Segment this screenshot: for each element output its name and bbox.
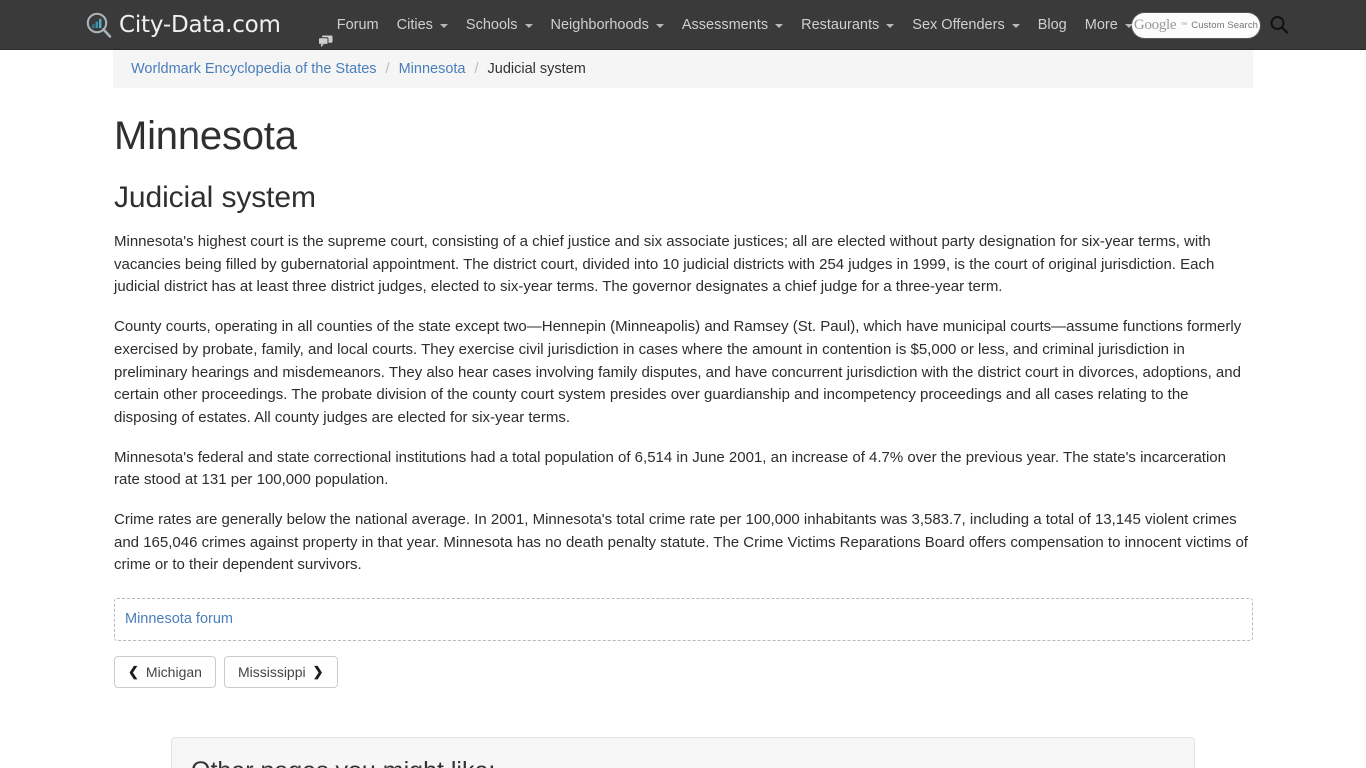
chevron-down-icon (886, 23, 895, 28)
nav-item-restaurants[interactable]: Restaurants (792, 0, 903, 50)
chevron-down-icon (775, 23, 784, 28)
search-area: Google ™ Custom Search (1132, 0, 1290, 50)
breadcrumb-item-current: Judicial system (487, 61, 586, 77)
google-custom-search-input[interactable]: Google ™ Custom Search (1132, 12, 1260, 38)
site-logo-link[interactable]: City-Data.com (85, 11, 281, 39)
paragraph-1: Minnesota's highest court is the supreme… (114, 233, 1215, 296)
nav-item-label: Cities (396, 16, 433, 33)
google-wordmark: Google (1133, 16, 1177, 33)
nav-item-blog[interactable]: Blog (1029, 0, 1076, 50)
nav-item-label: More (1084, 16, 1118, 33)
chevron-down-icon (524, 23, 533, 28)
nav-item-forum[interactable]: Forum (309, 0, 388, 50)
next-state-button[interactable]: Mississippi ❯ (223, 656, 338, 689)
chevron-left-icon: ❮ (128, 663, 139, 679)
previous-state-label: Michigan (145, 664, 202, 681)
other-pages-title: Other pages you might like: (191, 757, 495, 768)
nav-item-label: Assessments (681, 16, 769, 33)
nav-item-schools[interactable]: Schools (457, 0, 542, 50)
next-state-label: Mississippi (237, 664, 306, 681)
speech-bubble-icon (317, 19, 333, 47)
nav-item-label: Schools (465, 16, 518, 33)
breadcrumb: Worldmark Encyclopedia of the States / M… (113, 50, 1253, 88)
page-title: Minnesota (114, 114, 297, 158)
trademark-symbol: ™ (1180, 21, 1188, 29)
paragraph-3: Minnesota's federal and state correction… (114, 448, 1226, 489)
chevron-right-icon: ❯ (312, 663, 324, 679)
search-icon[interactable] (1268, 14, 1290, 36)
top-navigation-bar: City-Data.com Forum Cities Schools Neigh… (0, 0, 1366, 50)
prev-next-button-row: ❮ Michigan Mississippi ❯ (114, 656, 1253, 689)
breadcrumb-item-encyclopedia[interactable]: Worldmark Encyclopedia of the States (131, 61, 377, 77)
chevron-down-icon (655, 23, 664, 28)
other-pages-panel: Other pages you might like: (171, 737, 1195, 768)
main-content: Minnesota Judicial system Minnesota's hi… (113, 114, 1253, 689)
minnesota-forum-link[interactable]: Minnesota forum (125, 611, 233, 627)
nav-item-label: Sex Offenders (912, 16, 1005, 33)
chevron-down-icon (439, 23, 448, 28)
magnifier-bar-chart-icon (85, 11, 113, 39)
breadcrumb-item-minnesota[interactable]: Minnesota (399, 61, 466, 77)
paragraph-2: County courts, operating in all counties… (114, 318, 1242, 426)
paragraph-4: Crime rates are generally below the nati… (114, 511, 1248, 574)
site-logo-text: City-Data.com (119, 11, 281, 38)
nav-item-label: Forum (336, 16, 379, 33)
breadcrumb-separator: / (474, 61, 479, 77)
nav-item-sex-offenders[interactable]: Sex Offenders (903, 0, 1028, 50)
previous-state-button[interactable]: ❮ Michigan (114, 656, 216, 689)
nav-item-label: Neighborhoods (550, 16, 649, 33)
nav-item-cities[interactable]: Cities (388, 0, 457, 50)
chevron-down-icon (1011, 23, 1020, 28)
nav-item-label: Restaurants (801, 16, 880, 33)
section-title: Judicial system (114, 181, 316, 214)
main-menu: Forum Cities Schools Neighborhoods Asses… (309, 0, 1142, 50)
custom-search-label: Custom Search (1191, 19, 1259, 31)
nav-item-assessments[interactable]: Assessments (673, 0, 792, 50)
forum-panel: Minnesota forum (114, 598, 1253, 642)
nav-item-label: Blog (1037, 16, 1067, 33)
breadcrumb-separator: / (385, 61, 390, 77)
other-pages-section: Other pages you might like: (171, 737, 1195, 768)
nav-item-neighborhoods[interactable]: Neighborhoods (542, 0, 673, 50)
